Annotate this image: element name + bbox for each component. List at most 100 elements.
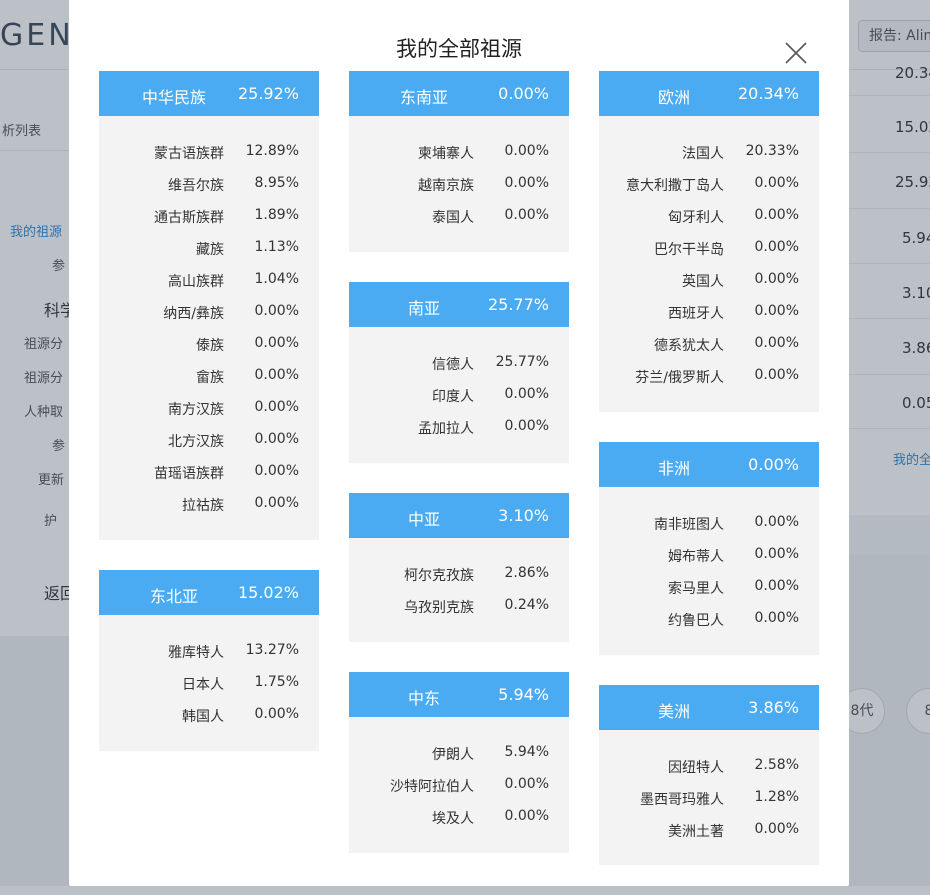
ancestry-value: 2.58% xyxy=(754,757,799,773)
group-percent: 25.77% xyxy=(487,295,549,314)
group-card-middle-east: 中东 5.94% 伊朗人 5.94% 沙特阿拉伯人 0.00% 埃及人 0.00% xyxy=(349,672,569,853)
ancestry-name: 西班牙人 xyxy=(668,306,724,322)
ancestry-name: 姆布蒂人 xyxy=(668,549,724,565)
ancestry-name: 沙特阿拉伯人 xyxy=(390,779,474,795)
group-percent: 20.34% xyxy=(737,84,799,103)
ancestry-name: 孟加拉人 xyxy=(418,421,474,437)
ancestry-row: 藏族 1.13% xyxy=(99,236,319,268)
ancestry-name: 柯尔克孜族 xyxy=(404,568,474,584)
group-card-chinese: 中华民族 25.92% 蒙古语族群 12.89% 维吾尔族 8.95% 通古斯族群 1… xyxy=(99,71,319,540)
ancestry-name: 索马里人 xyxy=(668,581,724,597)
ancestry-name: 越南京族 xyxy=(418,178,474,194)
group-items: 伊朗人 5.94% 沙特阿拉伯人 0.00% 埃及人 0.00% xyxy=(349,717,569,853)
ancestry-row: 芬兰/俄罗斯人 0.00% xyxy=(599,364,819,396)
ancestry-name: 藏族 xyxy=(196,242,224,258)
ancestry-row: 通古斯族群 1.89% xyxy=(99,204,319,236)
ancestry-name: 傣族 xyxy=(196,338,224,354)
ancestry-row: 柯尔克孜族 2.86% xyxy=(349,562,569,594)
ancestry-name: 南非班图人 xyxy=(654,517,724,533)
ancestry-value: 0.00% xyxy=(254,335,299,351)
ancestry-value: 12.89% xyxy=(245,143,299,159)
ancestry-value: 0.00% xyxy=(504,207,549,223)
ancestry-value: 1.13% xyxy=(254,239,299,255)
ancestry-row: 越南京族 0.00% xyxy=(349,172,569,204)
ancestry-value: 0.00% xyxy=(504,808,549,824)
ancestry-name: 伊朗人 xyxy=(432,747,474,763)
modal-title: 我的全部祖源 xyxy=(396,37,522,61)
ancestry-name: 墨西哥玛雅人 xyxy=(640,792,724,808)
ancestry-row: 伊朗人 5.94% xyxy=(349,741,569,773)
ancestry-row: 泰国人 0.00% xyxy=(349,204,569,236)
ancestry-value: 0.00% xyxy=(254,706,299,722)
group-header: 中东 5.94% xyxy=(349,672,569,717)
group-items: 柯尔克孜族 2.86% 乌孜别克族 0.24% xyxy=(349,538,569,642)
ancestry-name: 法国人 xyxy=(682,146,724,162)
ancestry-value: 0.00% xyxy=(754,578,799,594)
ancestry-name: 意大利撒丁岛人 xyxy=(626,178,724,194)
ancestry-row: 南方汉族 0.00% xyxy=(99,396,319,428)
ancestry-row: 拉祜族 0.00% xyxy=(99,492,319,524)
group-name: 美洲 xyxy=(657,702,690,721)
ancestry-name: 畲族 xyxy=(196,370,224,386)
group-items: 南非班图人 0.00% 姆布蒂人 0.00% 索马里人 0.00% 约鲁巴人 0.00% xyxy=(599,487,819,655)
ancestry-value: 0.00% xyxy=(254,495,299,511)
ancestry-name: 乌孜别克族 xyxy=(404,600,474,616)
ancestry-name: 拉祜族 xyxy=(182,498,224,514)
ancestry-value: 5.94% xyxy=(504,744,549,760)
ancestry-value: 0.00% xyxy=(504,175,549,191)
ancestry-row: 南非班图人 0.00% xyxy=(599,511,819,543)
ancestry-name: 北方汉族 xyxy=(168,434,224,450)
ancestry-name: 匈牙利人 xyxy=(668,210,724,226)
ancestry-name: 泰国人 xyxy=(432,210,474,226)
ancestry-row: 印度人 0.00% xyxy=(349,383,569,415)
ancestry-row: 孟加拉人 0.00% xyxy=(349,415,569,447)
ancestry-value: 0.00% xyxy=(754,207,799,223)
ancestry-value: 1.28% xyxy=(754,789,799,805)
ancestry-value: 0.00% xyxy=(254,303,299,319)
group-header: 东北亚 15.02% xyxy=(99,570,319,615)
ancestry-row: 约鲁巴人 0.00% xyxy=(599,607,819,639)
group-items: 柬埔寨人 0.00% 越南京族 0.00% 泰国人 0.00% xyxy=(349,116,569,252)
ancestry-value: 0.00% xyxy=(754,239,799,255)
ancestry-name: 印度人 xyxy=(432,389,474,405)
ancestry-value: 20.33% xyxy=(745,143,799,159)
ancestry-row: 英国人 0.00% xyxy=(599,268,819,300)
group-percent: 15.02% xyxy=(237,583,299,602)
ancestry-row: 纳西/彝族 0.00% xyxy=(99,300,319,332)
group-card-northeast-asia: 东北亚 15.02% 雅库特人 13.27% 日本人 1.75% 韩国人 0.00% xyxy=(99,570,319,751)
ancestry-row: 美洲土著 0.00% xyxy=(599,818,819,850)
group-card-europe: 欧洲 20.34% 法国人 20.33% 意大利撒丁岛人 0.00% 匈牙利人 0.0… xyxy=(599,71,819,412)
ancestry-name: 苗瑶语族群 xyxy=(154,466,224,482)
ancestry-row: 日本人 1.75% xyxy=(99,671,319,703)
ancestry-value: 0.24% xyxy=(504,597,549,613)
ancestry-row: 苗瑶语族群 0.00% xyxy=(99,460,319,492)
ancestry-row: 墨西哥玛雅人 1.28% xyxy=(599,786,819,818)
ancestry-value: 0.00% xyxy=(754,367,799,383)
ancestry-name: 纳西/彝族 xyxy=(163,306,224,322)
group-name: 东北亚 xyxy=(149,587,198,606)
ancestry-row: 索马里人 0.00% xyxy=(599,575,819,607)
group-percent: 3.86% xyxy=(748,698,799,717)
ancestry-name: 英国人 xyxy=(682,274,724,290)
ancestry-name: 维吾尔族 xyxy=(168,178,224,194)
close-button[interactable] xyxy=(773,30,819,76)
group-items: 信德人 25.77% 印度人 0.00% 孟加拉人 0.00% xyxy=(349,327,569,463)
ancestry-value: 0.00% xyxy=(754,610,799,626)
ancestry-name: 埃及人 xyxy=(432,811,474,827)
ancestry-name: 通古斯族群 xyxy=(154,210,224,226)
ancestry-name: 巴尔干半岛 xyxy=(654,242,724,258)
ancestry-name: 柬埔寨人 xyxy=(418,146,474,162)
group-percent: 5.94% xyxy=(498,685,549,704)
group-card-south-asia: 南亚 25.77% 信德人 25.77% 印度人 0.00% 孟加拉人 0.00% xyxy=(349,282,569,463)
group-name: 非洲 xyxy=(657,459,690,478)
all-ancestry-modal: 我的全部祖源 中华民族 25.92% 蒙古语族群 12.89% 维吾尔族 8.95%… xyxy=(69,0,849,886)
ancestry-row: 北方汉族 0.00% xyxy=(99,428,319,460)
group-percent: 0.00% xyxy=(498,84,549,103)
group-header: 东南亚 0.00% xyxy=(349,71,569,116)
ancestry-name: 高山族群 xyxy=(168,274,224,290)
ancestry-row: 雅库特人 13.27% xyxy=(99,639,319,671)
group-items: 法国人 20.33% 意大利撒丁岛人 0.00% 匈牙利人 0.00% 巴尔干半岛 0.… xyxy=(599,116,819,412)
ancestry-row: 巴尔干半岛 0.00% xyxy=(599,236,819,268)
ancestry-value: 0.00% xyxy=(254,431,299,447)
group-items: 因纽特人 2.58% 墨西哥玛雅人 1.28% 美洲土著 0.00% xyxy=(599,730,819,865)
